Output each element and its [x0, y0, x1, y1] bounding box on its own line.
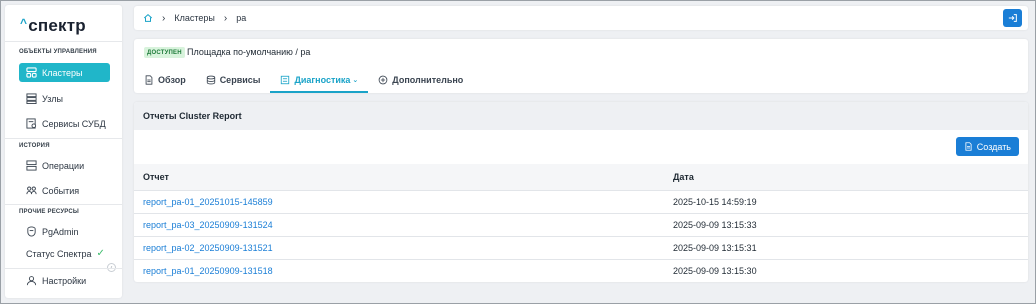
table-row: report_pa-01_20250909-131518 2025-09-09 … [134, 259, 1028, 282]
sidebar-item-db-services[interactable]: Сервисы СУБД [19, 114, 110, 133]
cluster-path: Площадка по-умолчанию / pa [187, 47, 311, 57]
chevron-down-icon: ⌄ [352, 76, 359, 84]
check-icon: ✓ [96, 248, 105, 259]
home-icon[interactable] [143, 13, 153, 23]
create-button-label: Создать [976, 141, 1011, 152]
chevron-right-icon: › [223, 12, 228, 24]
sidebar-item-spectrum-status[interactable]: Статус Спектра ✓ [19, 244, 110, 263]
logo-text: спектр [28, 16, 86, 35]
report-link[interactable]: report_pa-03_20250909-131524 [134, 213, 664, 237]
sidebar-section-title: ОБЪЕКТЫ УПРАВЛЕНИЯ [19, 49, 97, 55]
table-header-row: Отчет Дата [134, 164, 1028, 191]
report-date: 2025-09-09 13:15:33 [664, 213, 1028, 237]
document-icon [144, 74, 154, 85]
column-header-report[interactable]: Отчет [134, 164, 664, 191]
cluster-icon [26, 67, 37, 78]
sidebar-section-title: ПРОЧИЕ РЕСУРСЫ [19, 209, 79, 215]
report-date: 2025-09-09 13:15:30 [664, 259, 1028, 282]
sidebar-item-label: Сервисы СУБД [42, 118, 106, 129]
tab-services[interactable]: Сервисы [196, 66, 271, 93]
breadcrumb-item-current: pa [236, 13, 247, 23]
user-icon [26, 275, 37, 286]
breadcrumb: › Кластеры › pa [134, 6, 1028, 30]
nodes-icon [26, 93, 37, 104]
report-date: 2025-10-15 14:59:19 [664, 190, 1028, 214]
tab-additional[interactable]: Дополнительно [368, 66, 473, 93]
sidebar-item-label: Кластеры [42, 67, 83, 78]
report-link[interactable]: report_pa-02_20250909-131521 [134, 236, 664, 260]
cluster-header: ДОСТУПЕН Площадка по-умолчанию / pa Обзо… [134, 39, 1028, 93]
sidebar-divider [5, 138, 122, 139]
report-link[interactable]: report_pa-01_20251015-145859 [134, 190, 664, 214]
sidebar: ^спектр ОБЪЕКТЫ УПРАВЛЕНИЯ Кластеры Узлы… [5, 5, 122, 298]
table-row: report_pa-03_20250909-131524 2025-09-09 … [134, 213, 1028, 237]
report-icon [964, 142, 973, 151]
logo[interactable]: ^спектр [20, 16, 86, 36]
sidebar-item-operations[interactable]: Операции [19, 156, 110, 175]
sidebar-item-label: Узлы [42, 93, 63, 104]
table-row: report_pa-01_20251015-145859 2025-10-15 … [134, 190, 1028, 214]
reports-panel: Отчеты Cluster Report Создать Отчет Дата… [134, 102, 1028, 282]
tab-label: Диагностика [294, 74, 351, 85]
chevron-right-icon: › [162, 12, 166, 24]
sidebar-divider [5, 204, 122, 205]
tab-bar: Обзор Сервисы Диагностика ⌄ Дополнительн… [134, 66, 473, 93]
plus-circle-icon [378, 75, 388, 85]
sidebar-item-events[interactable]: События [19, 181, 110, 200]
tab-label: Дополнительно [392, 74, 464, 85]
status-badge: ДОСТУПЕН [144, 47, 185, 58]
report-link[interactable]: report_pa-01_20250909-131518 [134, 259, 664, 282]
table-row: report_pa-02_20250909-131521 2025-09-09 … [134, 236, 1028, 260]
sidebar-item-pgadmin[interactable]: PgAdmin [19, 222, 110, 241]
sidebar-item-label: PgAdmin [42, 226, 79, 237]
sidebar-divider [5, 41, 122, 42]
sidebar-section-title: ИСТОРИЯ [19, 143, 50, 149]
tab-label: Обзор [158, 74, 186, 85]
logout-icon [1008, 14, 1017, 22]
sidebar-item-nodes[interactable]: Узлы [19, 89, 110, 108]
database-icon [206, 75, 216, 85]
logout-button[interactable] [1003, 9, 1022, 27]
sidebar-divider [5, 268, 122, 269]
list-icon [280, 75, 290, 85]
sidebar-item-label: Статус Спектра [26, 248, 92, 259]
sidebar-item-label: Настройки [42, 275, 87, 286]
sidebar-item-label: События [42, 185, 80, 196]
sidebar-item-label: Операции [42, 160, 85, 171]
tab-diagnostics[interactable]: Диагностика ⌄ [270, 66, 369, 93]
operations-icon [26, 160, 37, 171]
pgadmin-icon [26, 226, 37, 237]
events-icon [26, 185, 37, 196]
column-header-date[interactable]: Дата [664, 164, 1028, 191]
tab-overview[interactable]: Обзор [134, 66, 196, 93]
tab-label: Сервисы [219, 74, 261, 85]
db-service-icon [26, 118, 37, 129]
breadcrumb-item-clusters[interactable]: Кластеры [174, 13, 215, 23]
create-report-button[interactable]: Создать [955, 137, 1019, 156]
report-date: 2025-09-09 13:15:31 [664, 236, 1028, 260]
sidebar-item-settings[interactable]: Настройки [19, 271, 110, 290]
sidebar-item-clusters[interactable]: Кластеры [19, 63, 110, 82]
reports-table: Отчет Дата report_pa-01_20251015-145859 … [134, 164, 1028, 282]
reports-title: Отчеты Cluster Report [134, 102, 1028, 130]
